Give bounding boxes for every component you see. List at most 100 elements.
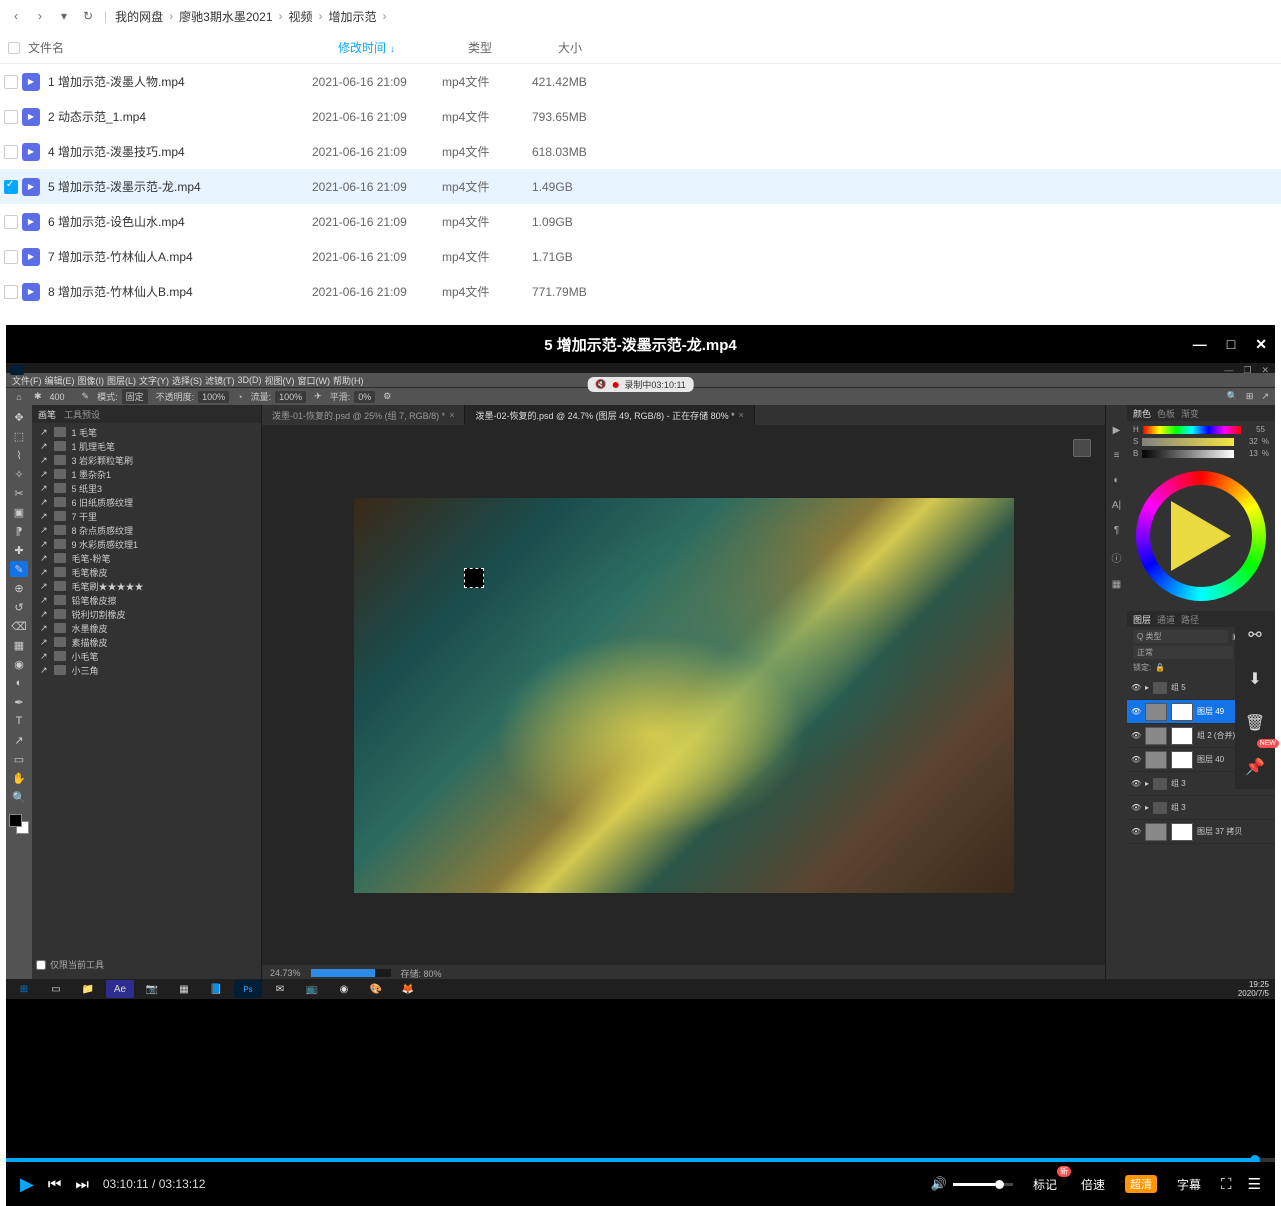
workspace-icon[interactable]: ⊞ xyxy=(1246,391,1254,402)
blur-tool-icon[interactable]: ◉ xyxy=(10,656,28,672)
brush-preset[interactable]: ↗毛笔橡皮 xyxy=(32,565,261,579)
play-button[interactable]: ▶ xyxy=(20,1174,34,1195)
mask-thumbnail[interactable] xyxy=(1171,751,1193,769)
tab-close-icon[interactable]: × xyxy=(739,410,744,420)
menu-item[interactable]: 文字(Y) xyxy=(139,374,169,387)
menu-item[interactable]: 视图(V) xyxy=(265,374,295,387)
brush-preset[interactable]: ↗毛笔刷★★★★★ xyxy=(32,579,261,593)
tab-color[interactable]: 颜色 xyxy=(1133,407,1151,420)
row-checkbox[interactable] xyxy=(4,75,18,89)
forward-button[interactable]: › xyxy=(32,8,48,24)
chrome-icon[interactable]: ◉ xyxy=(330,980,358,998)
tab-tool-presets[interactable]: 工具预设 xyxy=(64,408,100,421)
menu-item[interactable]: 编辑(E) xyxy=(45,374,75,387)
app-icon[interactable]: 📘 xyxy=(202,980,230,998)
slider-track[interactable] xyxy=(1142,450,1234,458)
adjustments-icon[interactable]: ◐ xyxy=(1113,475,1119,486)
col-size[interactable]: 大小 xyxy=(550,39,650,56)
app-icon[interactable]: 🦊 xyxy=(394,980,422,998)
hand-tool-icon[interactable]: ✋ xyxy=(10,770,28,786)
app-icon[interactable]: 📷 xyxy=(138,980,166,998)
prev-button[interactable]: ⏮ xyxy=(48,1176,62,1193)
brush-size[interactable]: 400 xyxy=(50,392,74,402)
row-checkbox[interactable] xyxy=(4,285,18,299)
file-row[interactable]: 6 增加示范-设色山水.mp4 2021-06-16 21:09 mp4文件 1… xyxy=(0,204,1281,239)
col-type[interactable]: 类型 xyxy=(460,39,550,56)
breadcrumb-item[interactable]: 增加示范 xyxy=(329,8,377,25)
playlist-icon[interactable]: ☰ xyxy=(1248,1175,1261,1193)
canvas[interactable] xyxy=(262,425,1105,965)
mask-thumbnail[interactable] xyxy=(1171,823,1193,841)
visibility-icon[interactable]: 👁 xyxy=(1131,803,1141,812)
file-row[interactable]: 8 增加示范-竹林仙人B.mp4 2021-06-16 21:09 mp4文件 … xyxy=(0,274,1281,309)
visibility-icon[interactable]: 👁 xyxy=(1131,827,1141,836)
photoshop-taskbar-icon[interactable]: Ps xyxy=(234,980,262,998)
brush-preset[interactable]: ↗9 水彩质感纹理1 xyxy=(32,537,261,551)
brush-preset[interactable]: ↗1 肌理毛笔 xyxy=(32,439,261,453)
brush-preset[interactable]: ↗3 岩彩颗粒笔刷 xyxy=(32,453,261,467)
brush-preset[interactable]: ↗5 纸里3 xyxy=(32,481,261,495)
menu-item[interactable]: 图像(I) xyxy=(78,374,105,387)
breadcrumb-item[interactable]: 廖驰3期水墨2021 xyxy=(179,8,272,25)
tab-gradients[interactable]: 渐变 xyxy=(1181,407,1199,420)
gear-icon[interactable]: ⚙ xyxy=(383,391,391,402)
smooth-input[interactable]: 0% xyxy=(354,391,375,403)
share-button[interactable]: ⚯ xyxy=(1235,613,1275,657)
dodge-tool-icon[interactable]: ◐ xyxy=(10,675,28,691)
ps-restore-icon[interactable]: ❐ xyxy=(1243,365,1251,376)
tab-paths[interactable]: 路径 xyxy=(1181,613,1199,626)
app-icon[interactable]: ▦ xyxy=(170,980,198,998)
file-row[interactable]: 1 增加示范-泼墨人物.mp4 2021-06-16 21:09 mp4文件 4… xyxy=(0,64,1281,99)
visibility-icon[interactable]: 👁 xyxy=(1131,755,1141,764)
brush-icon[interactable]: ✎ xyxy=(82,391,90,402)
file-row[interactable]: 2 动态示范_1.mp4 2021-06-16 21:09 mp4文件 793.… xyxy=(0,99,1281,134)
eyedropper-tool-icon[interactable]: ⁋ xyxy=(10,523,28,539)
lasso-tool-icon[interactable]: ⌇ xyxy=(10,447,28,463)
zoom-tool-icon[interactable]: 🔍 xyxy=(10,789,28,805)
color-swatches[interactable] xyxy=(9,814,29,834)
menu-item[interactable]: 滤镜(T) xyxy=(205,374,235,387)
ps-close-icon[interactable]: ✕ xyxy=(1261,365,1269,376)
brush-preset[interactable]: ↗7 干里 xyxy=(32,509,261,523)
app-icon[interactable]: Ae xyxy=(106,980,134,998)
maximize-button[interactable]: □ xyxy=(1227,336,1235,353)
brush-preset[interactable]: ↗水墨橡皮 xyxy=(32,621,261,635)
mark-button[interactable]: 标记 xyxy=(1029,1174,1061,1195)
slider-value[interactable]: 32 xyxy=(1238,437,1258,446)
row-checkbox[interactable] xyxy=(4,110,18,124)
row-checkbox[interactable] xyxy=(4,250,18,264)
swatch-icon[interactable]: ▦ xyxy=(1112,579,1121,590)
tab-layers[interactable]: 图层 xyxy=(1133,613,1151,626)
menu-item[interactable]: 帮助(H) xyxy=(333,374,364,387)
play-icon[interactable]: ▶ xyxy=(1113,425,1121,436)
pressure-opacity-icon[interactable]: ◔ xyxy=(237,392,242,402)
brush-preset[interactable]: ↗6 旧纸质感纹理 xyxy=(32,495,261,509)
visibility-icon[interactable]: 👁 xyxy=(1131,707,1141,716)
brush-preset[interactable]: ↗铅笔橡皮擦 xyxy=(32,593,261,607)
mask-thumbnail[interactable] xyxy=(1171,727,1193,745)
volume-icon[interactable]: 🔊 xyxy=(931,1176,947,1192)
start-button-icon[interactable]: ⊞ xyxy=(10,980,38,998)
file-row[interactable]: 4 增加示范-泼墨技巧.mp4 2021-06-16 21:09 mp4文件 6… xyxy=(0,134,1281,169)
zoom-level[interactable]: 24.73% xyxy=(270,968,301,978)
taskview-icon[interactable]: ▭ xyxy=(42,980,70,998)
marquee-tool-icon[interactable]: ⬚ xyxy=(10,428,28,444)
row-checkbox[interactable] xyxy=(4,180,18,194)
home-icon[interactable]: ⌂ xyxy=(12,390,26,404)
layer-thumbnail[interactable] xyxy=(1153,802,1167,814)
menu-item[interactable]: 3D(D) xyxy=(238,375,262,385)
col-date[interactable]: 修改时间↓ xyxy=(330,39,460,56)
share-icon[interactable]: ↗ xyxy=(1261,391,1269,402)
brush-preset[interactable]: ↗锐利切割橡皮 xyxy=(32,607,261,621)
layer-thumbnail[interactable] xyxy=(1145,727,1167,745)
airbrush-icon[interactable]: ✈ xyxy=(314,391,322,402)
brush-preset[interactable]: ↗8 杂点质感纹理 xyxy=(32,523,261,537)
brush-preset[interactable]: ↗1 毛笔 xyxy=(32,425,261,439)
download-button[interactable]: ⬇ xyxy=(1235,657,1275,701)
file-row[interactable]: 5 增加示范-泼墨示范-龙.mp4 2021-06-16 21:09 mp4文件… xyxy=(0,169,1281,204)
layer-thumbnail[interactable] xyxy=(1145,703,1167,721)
char-icon[interactable]: A| xyxy=(1112,500,1121,511)
slider-value[interactable]: 13 xyxy=(1238,449,1258,458)
document-tab[interactable]: 泼墨-02-恢复的.psd @ 24.7% (图层 49, RGB/8) - 正… xyxy=(465,405,754,425)
minimize-button[interactable]: — xyxy=(1193,336,1207,353)
